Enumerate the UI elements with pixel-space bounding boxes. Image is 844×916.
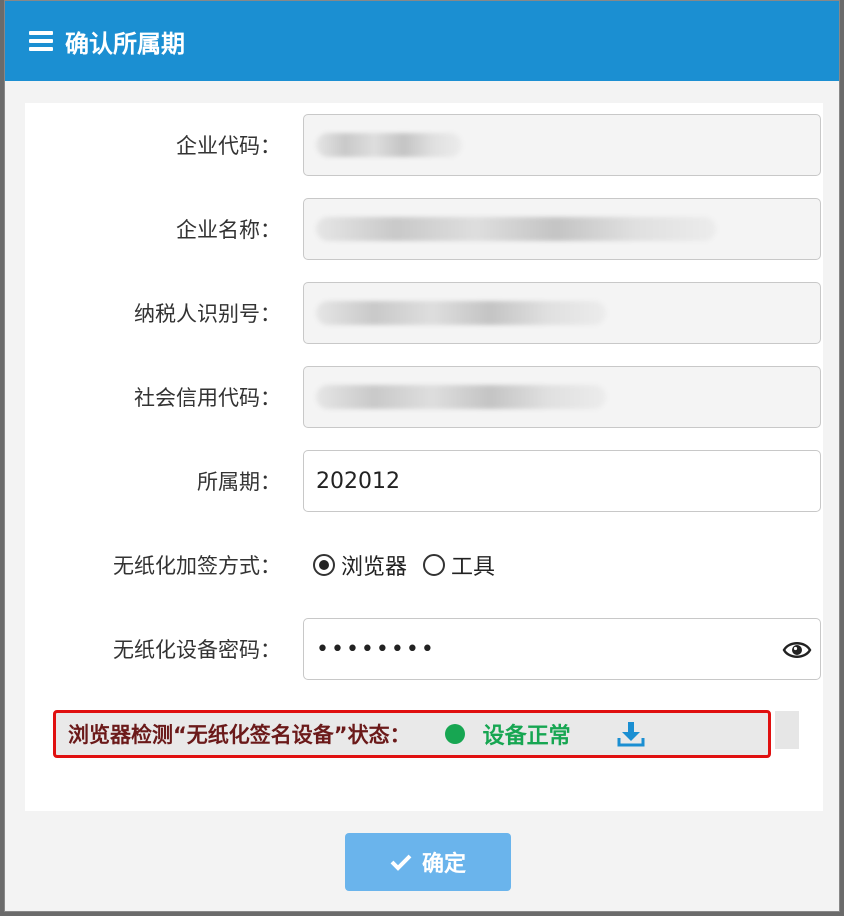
period-label: 所属期： — [197, 470, 281, 494]
device-status-text: 设备正常 — [482, 724, 571, 749]
company-name-field — [303, 198, 821, 260]
download-icon[interactable] — [617, 720, 645, 748]
redacted-value — [316, 301, 606, 325]
redacted-value — [316, 217, 716, 241]
device-status-box: 浏览器检测“无纸化签名设备”状态： 设备正常 — [53, 710, 771, 758]
signing-method-radio-group: 浏览器 工具 — [313, 534, 511, 596]
social-credit-code-field — [303, 366, 821, 428]
form-panel: 企业代码： 企业名称： 纳税人识别号： 社会信用代码： 所属期： 202012 … — [25, 103, 823, 811]
company-name-label: 企业名称： — [176, 218, 281, 242]
dialog-titlebar: 确认所属期 — [5, 1, 839, 81]
status-bar-background — [775, 711, 799, 749]
radio-tool[interactable]: 工具 — [423, 549, 495, 581]
period-row: 所属期： 202012 — [25, 450, 823, 512]
radio-tool-label: 工具 — [451, 555, 496, 580]
company-name-row: 企业名称： — [25, 198, 823, 260]
device-password-input[interactable]: •••••••• — [303, 618, 821, 680]
confirm-period-dialog: 确认所属期 企业代码： 企业名称： 纳税人识别号： 社会信用代码： 所属期： 2… — [4, 0, 840, 912]
social-credit-code-row: 社会信用代码： — [25, 366, 823, 428]
signing-method-row: 无纸化加签方式： 浏览器 工具 — [25, 534, 823, 596]
radio-tool-button[interactable] — [423, 554, 446, 576]
radio-browser-label: 浏览器 — [341, 555, 408, 580]
confirm-button[interactable]: 确定 — [345, 833, 511, 891]
device-password-row: 无纸化设备密码： •••••••• — [25, 618, 823, 680]
device-password-label: 无纸化设备密码： — [113, 638, 281, 662]
taxpayer-id-label: 纳税人识别号： — [134, 302, 281, 326]
menu-icon[interactable] — [29, 31, 53, 51]
social-credit-code-label: 社会信用代码： — [134, 386, 281, 410]
password-value: •••••••• — [316, 636, 436, 662]
taxpayer-id-field — [303, 282, 821, 344]
company-code-label: 企业代码： — [176, 134, 281, 158]
taxpayer-id-row: 纳税人识别号： — [25, 282, 823, 344]
device-status-label: 浏览器检测“无纸化签名设备”状态： — [68, 723, 411, 747]
company-code-field — [303, 114, 821, 176]
dialog-title: 确认所属期 — [65, 29, 185, 58]
company-code-row: 企业代码： — [25, 114, 823, 176]
radio-browser-button[interactable] — [313, 554, 335, 576]
period-input[interactable]: 202012 — [303, 450, 821, 512]
eye-icon[interactable] — [782, 637, 812, 663]
redacted-value — [316, 133, 462, 157]
radio-browser[interactable]: 浏览器 — [313, 549, 407, 581]
status-ok-dot-icon — [444, 724, 465, 744]
redacted-value — [316, 385, 606, 409]
confirm-button-label: 确定 — [421, 852, 466, 877]
signing-method-label: 无纸化加签方式： — [113, 554, 281, 578]
check-icon — [390, 854, 412, 871]
